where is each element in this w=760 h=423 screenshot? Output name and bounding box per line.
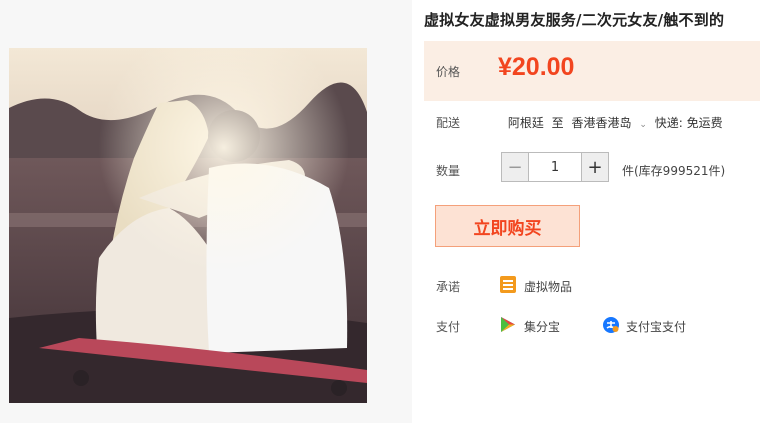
delivery-to-word: 至 [551,116,564,130]
decrease-quantity-button[interactable]: − [501,152,529,182]
delivery-origin: 阿根廷 [507,116,544,130]
chevron-down-icon[interactable]: ⌄ [639,120,647,130]
alipay-icon [602,316,620,338]
buy-now-button[interactable]: 立即购买 [435,205,580,247]
delivery-row: 配送 阿根廷 至 香港香港岛 ⌄ 快递: 免运费 [436,114,727,131]
payment-label: 支付 [436,320,461,334]
quantity-stepper: − 1 + [501,152,609,182]
delivery-label: 配送 [436,116,461,130]
price-box: 价格 ¥20.00 [424,41,760,101]
quantity-input[interactable]: 1 [529,152,581,182]
delivery-destination[interactable]: 香港香港岛 [572,116,632,130]
promise-label: 承诺 [436,280,461,294]
stock-text: 件(库存999521件) [622,164,726,178]
virtual-goods-icon [500,276,516,293]
quantity-label: 数量 [436,164,461,178]
product-photo[interactable] [9,48,367,403]
delivery-express: 快递: 免运费 [654,116,723,130]
promise-text[interactable]: 虚拟物品 [524,278,572,295]
product-title: 虚拟女友虚拟男友服务/二次元女友/触不到的 [424,11,725,29]
product-image-panel [0,0,412,423]
payment-option-alipay[interactable]: 支付宝支付 [626,318,686,335]
couple-photo-illustration [9,48,367,403]
price-label: 价格 [436,65,461,79]
product-details: 虚拟女友虚拟男友服务/二次元女友/触不到的 价格 ¥20.00 配送 阿根廷 至… [412,0,760,423]
payment-option-jifenbao[interactable]: 集分宝 [524,318,560,335]
jifenbao-icon [500,316,516,337]
price-value: ¥20.00 [498,53,575,81]
increase-quantity-button[interactable]: + [581,152,609,182]
